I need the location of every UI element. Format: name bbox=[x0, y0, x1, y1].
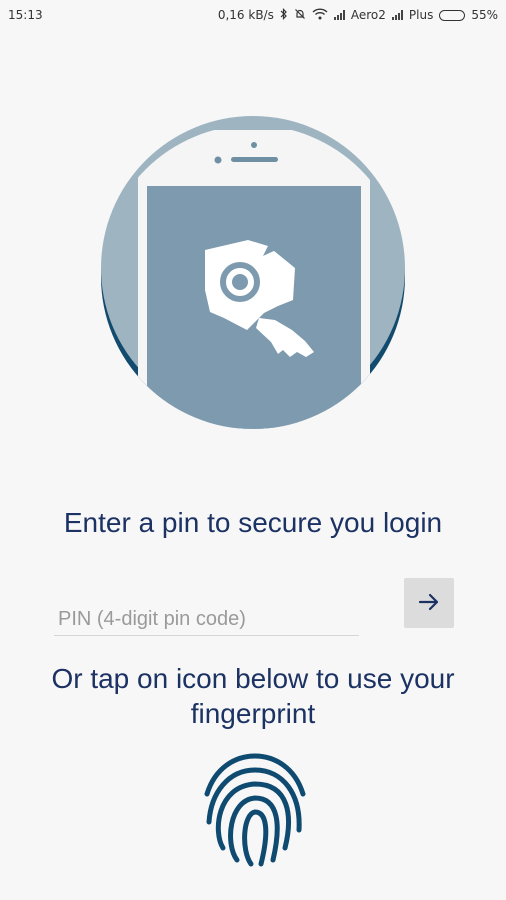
arrow-right-icon bbox=[417, 590, 441, 617]
pin-row bbox=[54, 578, 458, 640]
fingerprint-button[interactable] bbox=[203, 752, 307, 868]
phone-speaker bbox=[231, 157, 278, 162]
pin-submit-button[interactable] bbox=[404, 578, 454, 628]
fingerprint-icon bbox=[204, 753, 306, 867]
phone-sensor bbox=[251, 142, 257, 148]
fingerprint-prompt-title: Or tap on icon below to use your fingerp… bbox=[51, 663, 455, 729]
pin-input[interactable] bbox=[54, 604, 359, 636]
pin-prompt-title: Enter a pin to secure you login bbox=[63, 507, 443, 538]
phone-camera bbox=[214, 156, 222, 164]
phone-key-illustration bbox=[101, 116, 405, 429]
